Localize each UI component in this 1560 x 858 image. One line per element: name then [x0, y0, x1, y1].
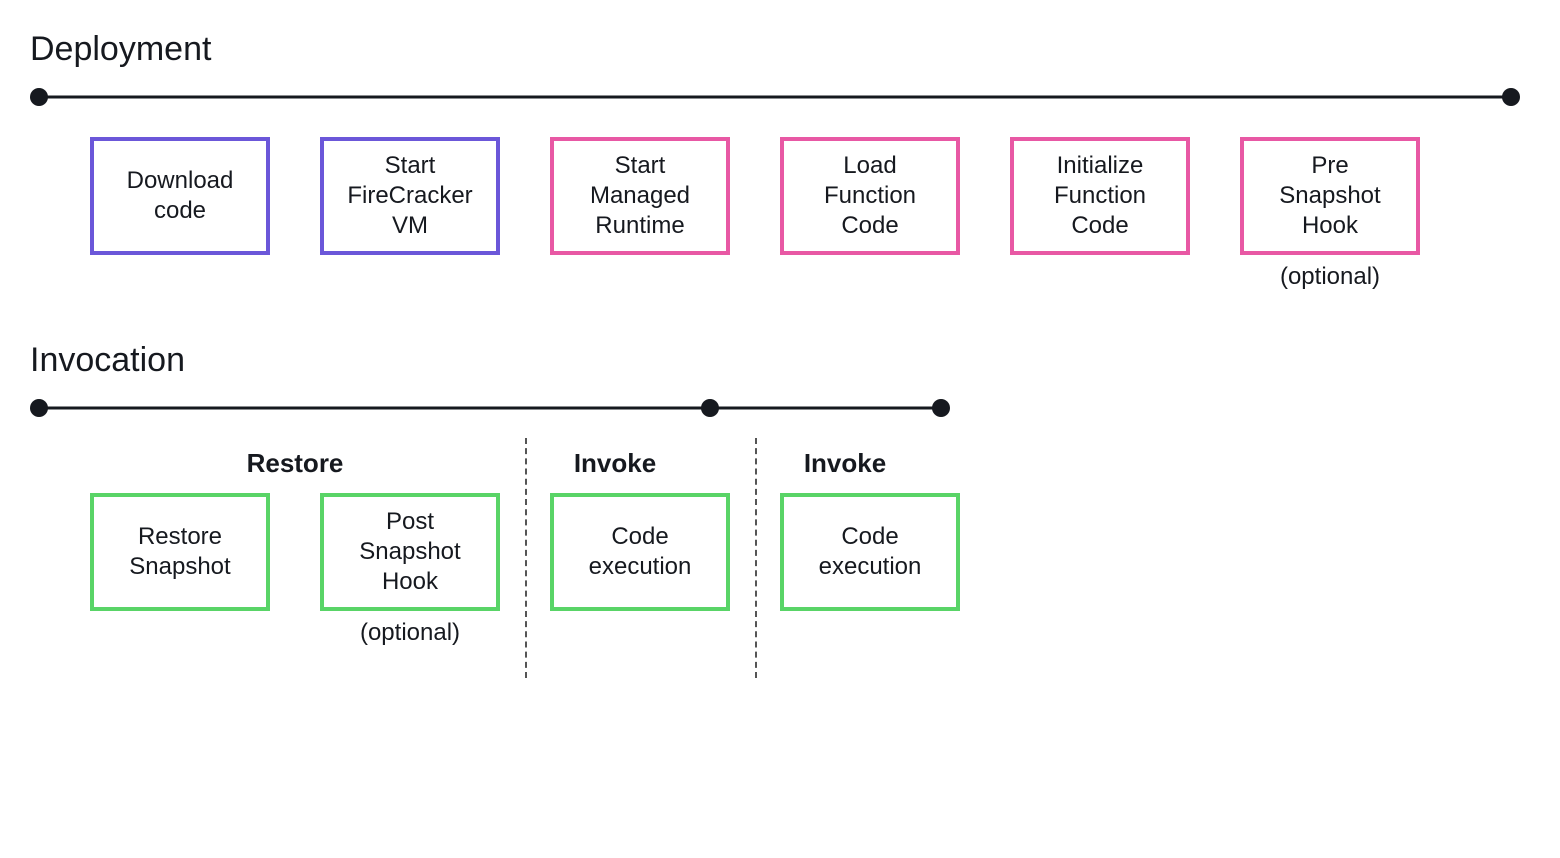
invocation-section: Invocation Restore Invoke Invoke Restore…: [30, 341, 1530, 647]
invocation-box: Post Snapshot Hook (optional): [320, 493, 500, 647]
invocation-row: Restore Snapshot Post Snapshot Hook (opt…: [30, 493, 1530, 647]
phase-labels: Restore Invoke Invoke: [30, 448, 1530, 479]
code-execution-box-1: Code execution: [550, 493, 730, 611]
invocation-timeline: [30, 398, 950, 418]
phase-restore-label: Restore: [90, 448, 500, 479]
deployment-box: Download code: [90, 137, 270, 291]
phase-invoke-label-2: Invoke: [730, 448, 960, 479]
deployment-section: Deployment Download code Start FireCrack…: [30, 30, 1530, 291]
invocation-box: Code execution: [780, 493, 960, 647]
load-function-box: Load Function Code: [780, 137, 960, 255]
deployment-row: Download code Start FireCracker VM Start…: [30, 137, 1530, 291]
start-runtime-box: Start Managed Runtime: [550, 137, 730, 255]
deployment-box: Pre Snapshot Hook (optional): [1240, 137, 1420, 291]
pre-snapshot-caption: (optional): [1240, 263, 1420, 291]
initialize-function-box: Initialize Function Code: [1010, 137, 1190, 255]
phase-divider-2: [755, 438, 757, 678]
download-code-box: Download code: [90, 137, 270, 255]
phase-divider-1: [525, 438, 527, 678]
phase-invoke-label-1: Invoke: [500, 448, 730, 479]
deployment-box: Load Function Code: [780, 137, 960, 291]
deployment-box: Initialize Function Code: [1010, 137, 1190, 291]
post-snapshot-caption: (optional): [320, 619, 500, 647]
deployment-box: Start FireCracker VM: [320, 137, 500, 291]
start-firecracker-box: Start FireCracker VM: [320, 137, 500, 255]
deployment-timeline: [30, 87, 1520, 107]
code-execution-box-2: Code execution: [780, 493, 960, 611]
post-snapshot-hook-box: Post Snapshot Hook: [320, 493, 500, 611]
invocation-box: Code execution: [550, 493, 730, 647]
invocation-title: Invocation: [30, 341, 1530, 380]
pre-snapshot-hook-box: Pre Snapshot Hook: [1240, 137, 1420, 255]
deployment-box: Start Managed Runtime: [550, 137, 730, 291]
restore-snapshot-box: Restore Snapshot: [90, 493, 270, 611]
invocation-box: Restore Snapshot: [90, 493, 270, 647]
deployment-title: Deployment: [30, 30, 1530, 69]
